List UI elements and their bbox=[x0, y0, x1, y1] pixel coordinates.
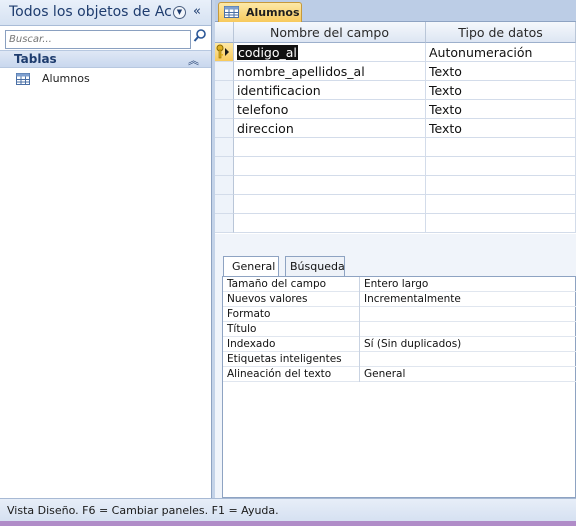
property-name: Nuevos valores bbox=[223, 292, 360, 307]
property-name: Indexado bbox=[223, 337, 360, 352]
property-row[interactable]: Alineación del texto General bbox=[223, 367, 576, 382]
field-name-cell[interactable] bbox=[234, 138, 426, 157]
status-bar-accent bbox=[0, 521, 576, 526]
tab-label: Alumnos bbox=[246, 6, 300, 19]
data-type-cell[interactable]: Autonumeración bbox=[426, 43, 576, 62]
data-type-cell[interactable]: Texto bbox=[426, 81, 576, 100]
chevron-up-icon[interactable]: ︽ bbox=[188, 52, 199, 68]
row-selector[interactable] bbox=[215, 81, 234, 100]
data-type-cell[interactable] bbox=[426, 214, 576, 233]
table-icon bbox=[16, 73, 30, 85]
data-type-cell[interactable] bbox=[426, 138, 576, 157]
row-selector[interactable] bbox=[215, 62, 234, 81]
group-header-tablas[interactable]: Tablas ︽ bbox=[0, 50, 211, 68]
property-name: Tamaño del campo bbox=[223, 277, 360, 292]
data-type-cell[interactable] bbox=[426, 176, 576, 195]
property-value[interactable]: Incrementalmente bbox=[361, 292, 576, 307]
property-value[interactable] bbox=[361, 352, 576, 367]
design-grid: Nombre del campo Tipo de datos codigo_al… bbox=[215, 22, 576, 238]
field-name-cell[interactable]: nombre_apellidos_al bbox=[234, 62, 426, 81]
property-row[interactable]: Título bbox=[223, 322, 576, 337]
field-name-cell[interactable]: identificacion bbox=[234, 81, 426, 100]
row-selector[interactable] bbox=[215, 43, 234, 62]
nav-pane-title[interactable]: Todos los objetos de Acc... bbox=[9, 4, 171, 20]
nav-item-alumnos[interactable]: Alumnos bbox=[0, 70, 211, 90]
row-selector[interactable] bbox=[215, 176, 234, 195]
field-name-cell[interactable]: direccion bbox=[234, 119, 426, 138]
row-selector[interactable] bbox=[215, 138, 234, 157]
property-row[interactable]: Formato bbox=[223, 307, 576, 322]
row-selector[interactable] bbox=[215, 214, 234, 233]
property-row[interactable]: Indexado Sí (Sin duplicados) bbox=[223, 337, 576, 352]
field-name-text: codigo_al bbox=[237, 45, 298, 60]
data-type-cell[interactable]: Texto bbox=[426, 119, 576, 138]
tab-general[interactable]: General bbox=[223, 256, 279, 277]
data-type-cell[interactable]: Texto bbox=[426, 100, 576, 119]
nav-pane-header[interactable]: Todos los objetos de Acc... ▼ « bbox=[0, 0, 211, 26]
tab-busqueda[interactable]: Búsqueda bbox=[285, 256, 345, 276]
table-icon bbox=[224, 6, 239, 18]
field-name-cell[interactable] bbox=[234, 176, 426, 195]
data-type-cell[interactable] bbox=[426, 195, 576, 214]
row-selector[interactable] bbox=[215, 195, 234, 214]
document-tab-bar: Alumnos bbox=[215, 0, 576, 22]
grid-corner[interactable] bbox=[215, 22, 234, 43]
property-value[interactable]: General bbox=[361, 367, 576, 382]
nav-item-label: Alumnos bbox=[42, 72, 90, 85]
collapse-pane-icon[interactable]: « bbox=[193, 4, 201, 19]
navigation-pane: Todos los objetos de Acc... ▼ « Tablas ︽… bbox=[0, 0, 212, 498]
field-name-cell[interactable] bbox=[234, 214, 426, 233]
property-value[interactable] bbox=[361, 322, 576, 337]
field-name-text: telefono bbox=[237, 102, 289, 117]
property-row[interactable]: Etiquetas inteligentes bbox=[223, 352, 576, 367]
document-area: Alumnos Nombre del campo Tipo de datos c… bbox=[215, 0, 576, 498]
field-name-text: nombre_apellidos_al bbox=[237, 64, 365, 79]
property-value[interactable]: Sí (Sin duplicados) bbox=[361, 337, 576, 352]
data-type-cell[interactable]: Texto bbox=[426, 62, 576, 81]
field-name-cell[interactable] bbox=[234, 195, 426, 214]
property-row[interactable]: Nuevos valores Incrementalmente bbox=[223, 292, 576, 307]
tab-alumnos[interactable]: Alumnos bbox=[218, 2, 302, 22]
property-row[interactable]: Tamaño del campo Entero largo bbox=[223, 277, 576, 292]
search-box bbox=[5, 27, 208, 49]
group-label: Tablas bbox=[14, 52, 57, 66]
property-value[interactable]: Entero largo bbox=[361, 277, 576, 292]
row-selector[interactable] bbox=[215, 119, 234, 138]
status-text: Vista Diseño. F6 = Cambiar paneles. F1 =… bbox=[7, 504, 279, 517]
row-selector[interactable] bbox=[215, 157, 234, 176]
property-name: Alineación del texto bbox=[223, 367, 360, 382]
property-name: Título bbox=[223, 322, 360, 337]
property-value[interactable] bbox=[361, 307, 576, 322]
field-name-cell[interactable]: telefono bbox=[234, 100, 426, 119]
primary-key-icon bbox=[216, 44, 229, 59]
field-name-text: identificacion bbox=[237, 83, 321, 98]
search-icon[interactable] bbox=[193, 28, 207, 44]
column-header-field-name[interactable]: Nombre del campo bbox=[234, 22, 426, 43]
property-name: Etiquetas inteligentes bbox=[223, 352, 360, 367]
field-name-cell[interactable] bbox=[234, 157, 426, 176]
field-name-cell[interactable]: codigo_al bbox=[234, 43, 426, 62]
property-name: Formato bbox=[223, 307, 360, 322]
column-header-data-type[interactable]: Tipo de datos bbox=[426, 22, 576, 43]
field-name-text: direccion bbox=[237, 121, 294, 136]
chevron-down-icon[interactable]: ▼ bbox=[173, 6, 186, 19]
data-type-cell[interactable] bbox=[426, 157, 576, 176]
field-properties-panel: General Búsqueda Tamaño del campo Entero … bbox=[215, 234, 576, 498]
search-input[interactable] bbox=[5, 30, 191, 49]
row-selector[interactable] bbox=[215, 100, 234, 119]
property-sheet: Tamaño del campo Entero largo Nuevos valor… bbox=[222, 276, 576, 498]
